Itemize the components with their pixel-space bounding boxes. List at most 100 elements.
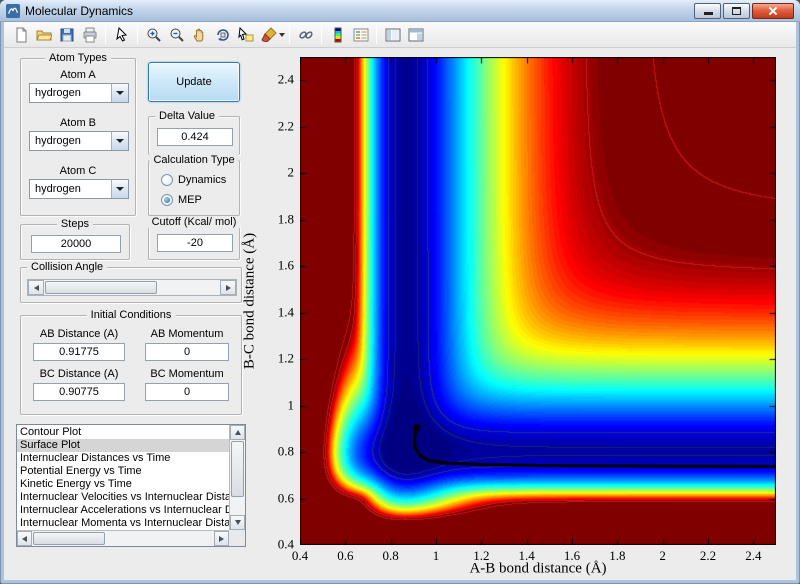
ab-momentum-field[interactable]: 0 (145, 343, 229, 361)
app-icon (6, 3, 20, 18)
ab-distance-field[interactable]: 0.91775 (33, 343, 125, 361)
plot-list-item[interactable]: Contour Plot (17, 426, 229, 439)
slider-thumb[interactable] (45, 281, 157, 294)
new-document-icon (16, 27, 26, 42)
rotate-3d-icon (216, 28, 229, 41)
calculation-radio[interactable]: Dynamics (161, 173, 226, 187)
window-title: Molecular Dynamics (25, 3, 134, 18)
y-tick-label: 1.8 (277, 211, 294, 227)
link-plot-button[interactable] (294, 24, 317, 46)
dropdown-button[interactable] (111, 132, 128, 150)
new-figure-button[interactable] (9, 24, 32, 46)
plot-list-item[interactable]: Kinetic Energy vs Time (17, 478, 229, 491)
scroll-left-button[interactable] (17, 531, 32, 546)
dropdown-button[interactable] (111, 84, 128, 102)
print-figure-button[interactable] (78, 24, 101, 46)
zoom-in-icon (147, 28, 161, 42)
atom-c-dropdown[interactable]: hydrogen (29, 179, 129, 199)
plot-list-item[interactable]: Internuclear Momenta vs Internuclear Dis… (17, 517, 229, 530)
maximize-button[interactable] (723, 3, 750, 19)
listbox-vertical-scrollbar[interactable] (229, 425, 245, 530)
toolbar-separator (289, 25, 290, 44)
brush-dropdown-arrow-icon[interactable] (279, 32, 285, 37)
x-tick-label: 1.8 (609, 548, 626, 563)
update-button[interactable]: Update (148, 62, 240, 102)
potential-surface-plot[interactable] (300, 57, 776, 545)
radio-label: Dynamics (178, 174, 227, 186)
steps-field[interactable]: 20000 (31, 235, 121, 253)
zoom-in-button[interactable] (142, 24, 165, 46)
bc-momentum-field[interactable]: 0 (145, 383, 229, 401)
atom-c-label: Atom C (59, 165, 97, 177)
y-tick-label: 0.6 (277, 490, 294, 506)
save-figure-button[interactable] (55, 24, 78, 46)
delta-value-field[interactable]: 0.424 (157, 128, 233, 146)
bc-distance-label: BC Distance (A) (39, 368, 119, 380)
plot-list-item[interactable]: Surface Plot (17, 439, 229, 452)
horizontal-scroll-thumb[interactable] (33, 532, 105, 545)
y-tick-label: 1.4 (277, 304, 294, 320)
show-plot-tools-dock-button[interactable] (404, 24, 427, 46)
edit-plot-button[interactable] (110, 24, 133, 46)
colorbar-icon (334, 27, 341, 42)
listbox-horizontal-scrollbar[interactable] (17, 530, 229, 546)
x-tick-label: 1 (432, 548, 440, 563)
x-tick-label: 2.4 (745, 548, 762, 563)
atom-c-value: hydrogen (35, 183, 81, 195)
bc-momentum-label: BC Momentum (150, 368, 224, 380)
pointer-arrow-icon (115, 26, 127, 42)
panel-title: Calculation Type (149, 154, 239, 166)
hide-plot-tools-button[interactable] (381, 24, 404, 46)
chain-link-icon (298, 30, 313, 39)
insert-legend-button[interactable] (349, 24, 372, 46)
brush-data-button[interactable] (257, 24, 280, 46)
rotate-3d-button[interactable] (211, 24, 234, 46)
window-controls (692, 3, 794, 19)
app-window: Molecular Dynamics Atom Types Atom A hyd… (0, 0, 800, 584)
bc-distance-field[interactable]: 0.90775 (33, 383, 125, 401)
chevron-down-icon (116, 187, 124, 191)
atom-a-value: hydrogen (35, 87, 81, 99)
plot-list-item[interactable]: Internuclear Accelerations vs Internucle… (17, 504, 229, 517)
scroll-right-button[interactable] (214, 531, 229, 546)
plot-list-item[interactable]: Internuclear Distances vs Time (17, 452, 229, 465)
slider-left-arrow[interactable] (28, 280, 44, 295)
cutoff-field[interactable]: -20 (157, 234, 233, 252)
open-folder-icon (35, 30, 52, 40)
contour-canvas[interactable] (300, 57, 776, 545)
dropdown-button[interactable] (111, 180, 128, 198)
scroll-down-button[interactable] (230, 515, 245, 530)
atom-a-dropdown[interactable]: hydrogen (29, 83, 129, 103)
x-tick-label: 0.8 (382, 548, 399, 563)
atom-b-dropdown[interactable]: hydrogen (29, 131, 129, 151)
ab-momentum-label: AB Momentum (150, 328, 224, 340)
radio-icon (161, 174, 173, 186)
legend-icon (353, 28, 368, 41)
y-tick-label: 0.4 (277, 536, 294, 552)
collision-angle-slider[interactable] (27, 279, 237, 296)
minimize-button[interactable] (694, 3, 721, 19)
x-tick-label: 0.6 (337, 548, 354, 563)
slider-right-arrow[interactable] (220, 280, 236, 295)
y-tick-label: 1.2 (277, 350, 294, 366)
vertical-scroll-thumb[interactable] (231, 441, 244, 497)
plot-list-item[interactable]: Internuclear Velocities vs Internuclear … (17, 491, 229, 504)
data-cursor-icon (237, 26, 253, 41)
dock-window-icon (408, 28, 423, 41)
brush-icon (260, 26, 277, 42)
title-bar[interactable]: Molecular Dynamics (0, 0, 800, 22)
data-cursor-button[interactable] (234, 24, 257, 46)
scroll-up-button[interactable] (230, 425, 245, 440)
pan-button[interactable] (188, 24, 211, 46)
atom-types-panel: Atom Types Atom A hydrogen Atom B hydrog… (20, 52, 136, 216)
panel-title: Collision Angle (27, 261, 108, 273)
zoom-out-icon (170, 28, 184, 42)
calculation-radio[interactable]: MEP (161, 193, 202, 207)
zoom-out-button[interactable] (165, 24, 188, 46)
plot-type-listbox[interactable]: Contour Plot Surface Plot Internuclear D… (16, 424, 246, 547)
close-button[interactable] (752, 3, 794, 19)
insert-colorbar-button[interactable] (326, 24, 349, 46)
plot-list-item[interactable]: Potential Energy vs Time (17, 465, 229, 478)
open-file-button[interactable] (32, 24, 55, 46)
cutoff-panel: Cutoff (Kcal/ mol) -20 (147, 216, 241, 260)
